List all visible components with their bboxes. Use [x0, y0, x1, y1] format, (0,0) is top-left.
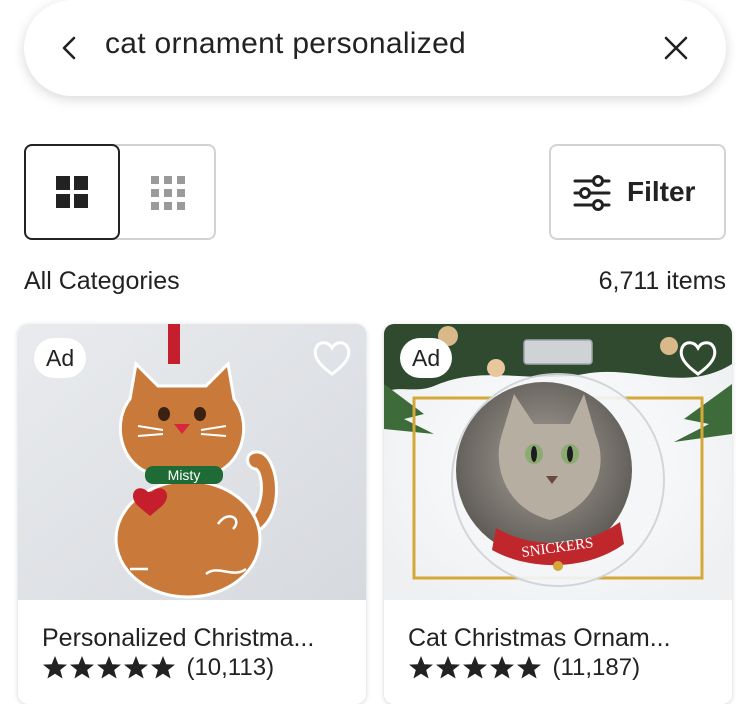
listing-card[interactable]: Misty Ad Personalized Christma... (10,11… [18, 324, 366, 704]
star-rating-icon [43, 656, 175, 679]
ad-badge: Ad [34, 338, 87, 378]
category-label[interactable]: All Categories [24, 267, 180, 296]
filter-label: Filter [627, 176, 696, 207]
heart-icon[interactable] [310, 336, 354, 380]
small-grid-icon [151, 176, 185, 210]
back-arrow-icon[interactable] [56, 34, 84, 62]
review-count: (10,113) [186, 654, 275, 681]
review-count: (11,187) [552, 654, 641, 681]
search-input[interactable]: cat ornament personalized [105, 27, 466, 61]
listing-title[interactable]: Personalized Christma... [42, 624, 342, 653]
filter-button[interactable]: Filter [549, 144, 726, 240]
star-rating-icon [409, 656, 541, 679]
listing-title[interactable]: Cat Christmas Ornam... [408, 624, 708, 653]
ad-badge: Ad [400, 338, 453, 378]
listing-rating: (11,187) [408, 654, 640, 684]
ornament-name-text: Misty [168, 467, 201, 483]
filter-sliders-icon [573, 175, 611, 211]
large-grid-icon [56, 176, 88, 208]
results-count: 6,711 items [598, 267, 726, 295]
listing-rating: (10,113) [42, 654, 274, 684]
heart-icon[interactable] [676, 336, 720, 380]
listing-card[interactable]: SNICKERS Ad Cat Christmas Ornam... (11,1… [384, 324, 732, 704]
small-grid-view-button[interactable] [120, 144, 216, 240]
close-icon[interactable] [662, 34, 690, 62]
search-bar[interactable]: cat ornament personalized [24, 0, 726, 96]
large-grid-view-button[interactable] [24, 144, 120, 240]
